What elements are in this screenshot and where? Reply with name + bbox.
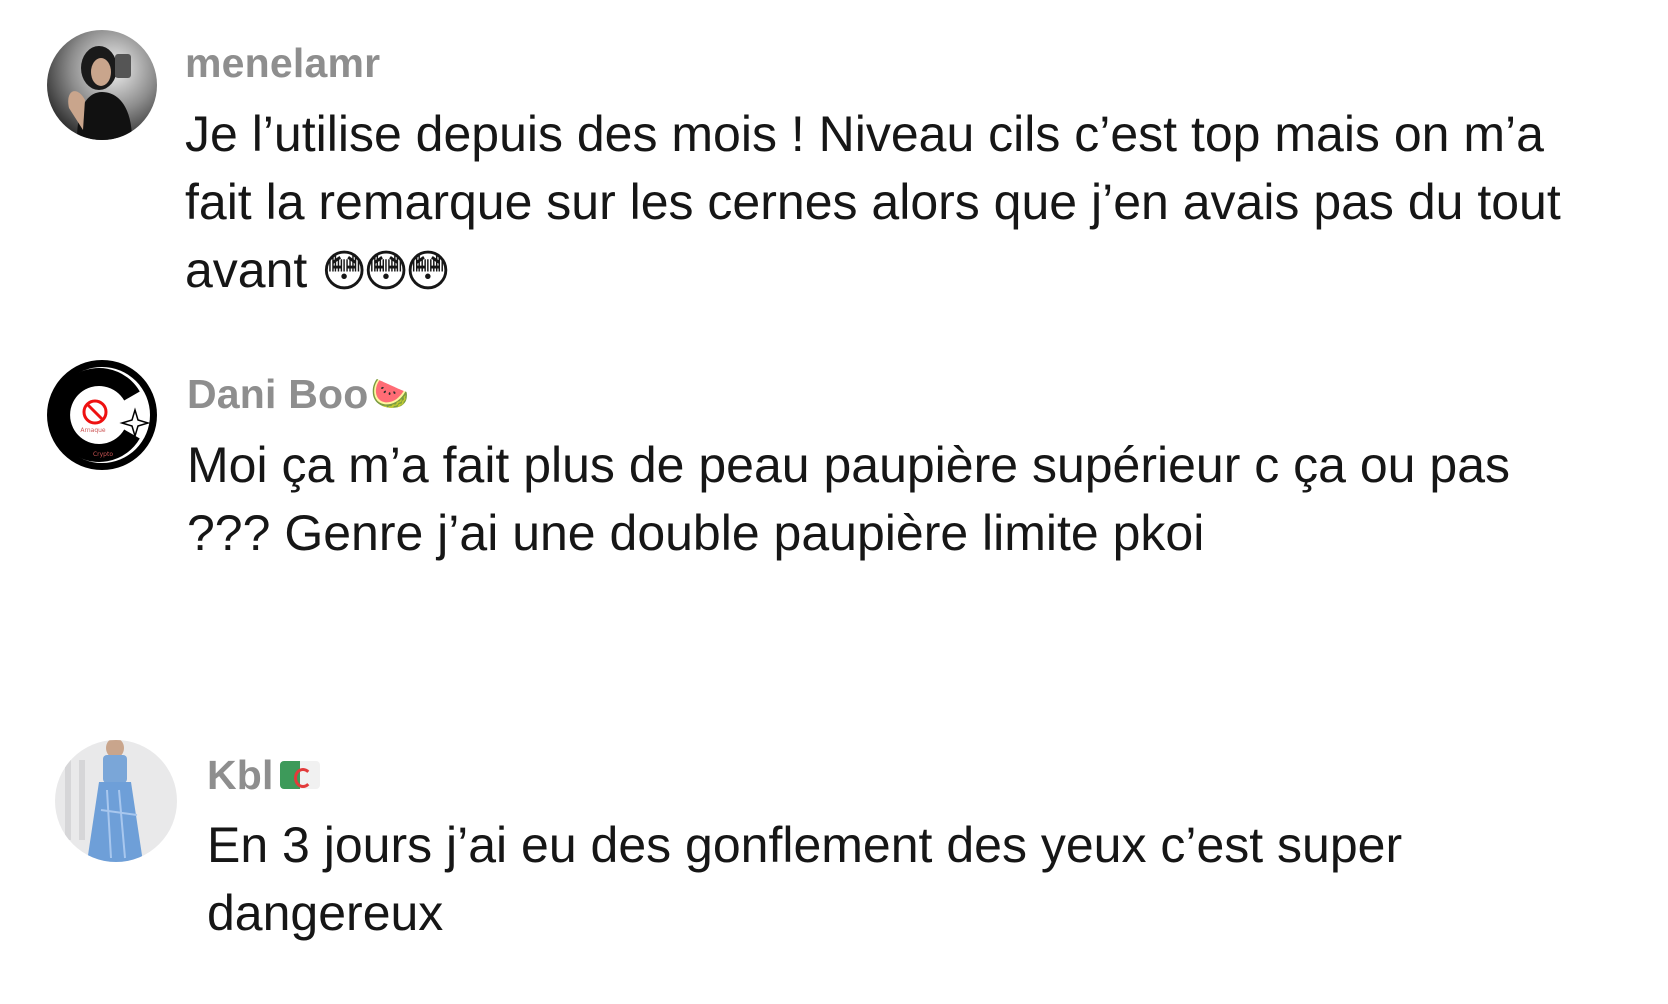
author-row: Kbl [207,750,320,800]
watermelon-icon: 🍉 [370,375,410,412]
avatar[interactable] [47,30,157,140]
comment-text-block: Je l’utilise depuis des mois ! Niveau ci… [185,100,1605,304]
username[interactable]: Dani Boo [187,371,369,418]
comment-text-block: Moi ça m’a fait plus de peau paupière su… [187,431,1607,567]
logo-icon: Arnaque Crypto [47,360,157,470]
author-row: Dani Boo 🍉 [187,369,409,419]
comment-item: Kbl En 3 jours j’ai eu des gonflement de… [0,735,1668,980]
username[interactable]: menelamr [185,40,380,87]
avatar[interactable] [55,740,177,862]
comment-item: Arnaque Crypto Dani Boo 🍉 Moi ça m’a fai… [0,350,1668,570]
author-row: menelamr [185,38,380,88]
flushed-face-emoji-icon: 😳😳😳 [321,246,451,297]
algeria-flag-icon [279,761,320,789]
avatar[interactable]: Arnaque Crypto [47,360,157,470]
svg-text:Crypto: Crypto [93,451,113,458]
comment-item: menelamr Je l’utilise depuis des mois ! … [0,0,1668,320]
username[interactable]: Kbl [207,752,274,799]
profile-photo-icon [55,740,177,862]
comment-text-block: En 3 jours j’ai eu des gonflement des ye… [207,811,1627,947]
profile-photo-icon [47,30,157,140]
comment-text: Moi ça m’a fait plus de peau paupière su… [187,437,1510,561]
svg-text:Arnaque: Arnaque [80,427,106,434]
comment-text: En 3 jours j’ai eu des gonflement des ye… [207,817,1403,941]
